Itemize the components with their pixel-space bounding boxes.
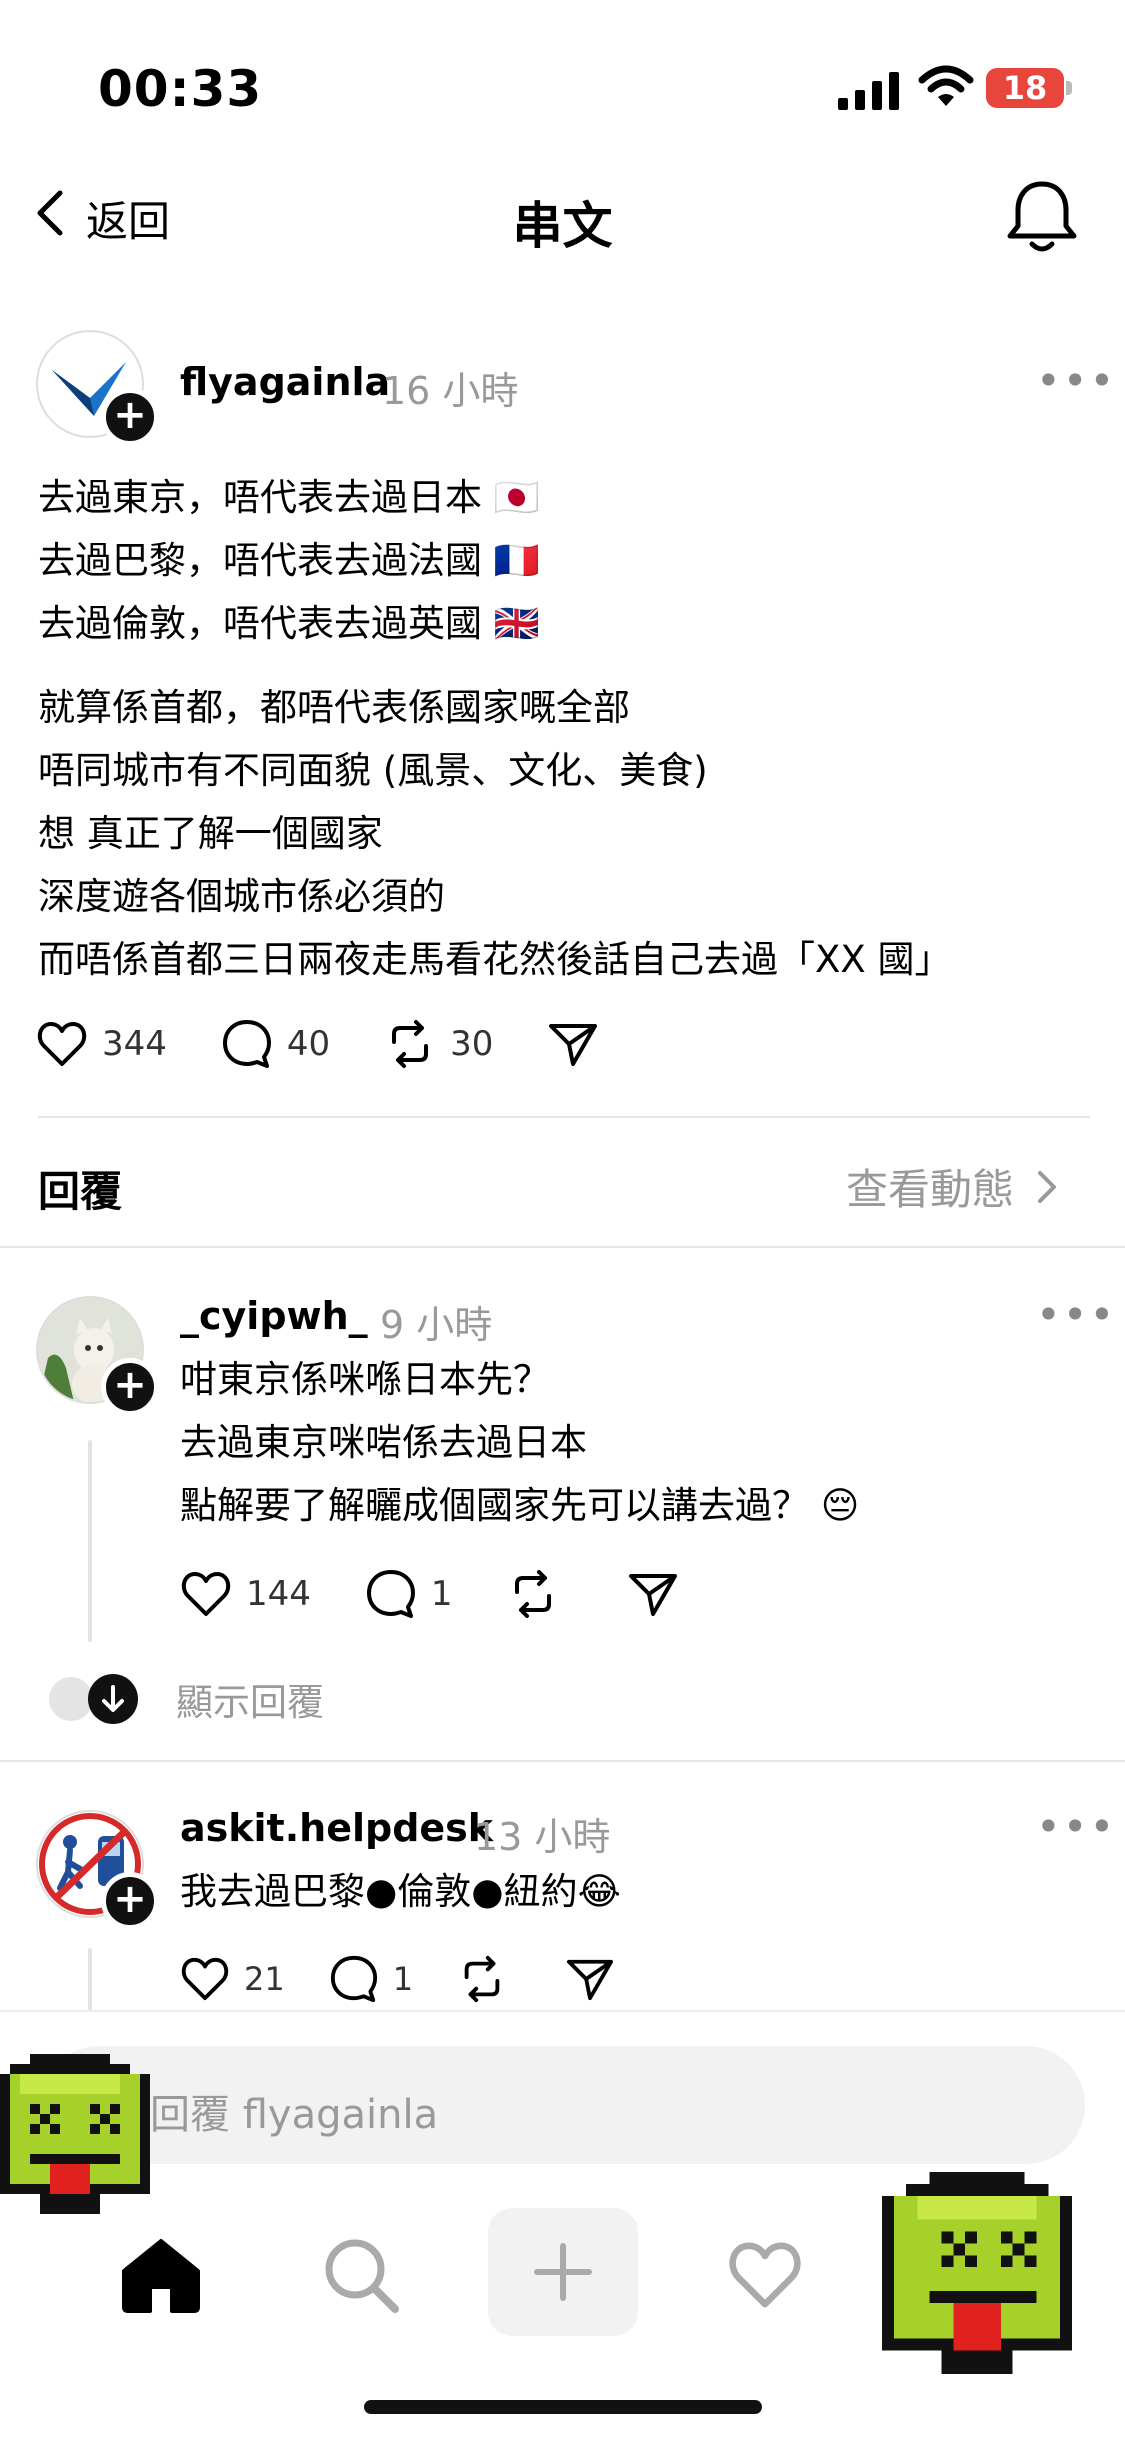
comment-icon	[330, 1955, 377, 2003]
reply-actions: 21 1	[180, 1954, 683, 2004]
section-divider	[0, 1246, 1125, 1248]
reply-username[interactable]: askit.helpdesk	[180, 1806, 493, 1850]
tab-search[interactable]	[306, 2220, 416, 2330]
more-options-icon[interactable]: •••	[1036, 1290, 1116, 1339]
reply-text: 我去過巴黎●倫敦●紐約😂	[180, 1870, 621, 1913]
comment-icon	[366, 1570, 415, 1618]
pixel-emoji-sticker	[0, 2054, 150, 2248]
repost-button[interactable]	[457, 1954, 521, 2004]
heart-icon	[181, 1957, 229, 2001]
share-button[interactable]	[547, 1020, 613, 1068]
heart-icon	[729, 2242, 801, 2308]
send-icon	[567, 1959, 614, 2001]
repost-icon	[514, 1570, 551, 1618]
post-time: 16 小時	[382, 369, 519, 413]
reply-actions: 144 1	[180, 1568, 747, 1620]
comment-button[interactable]: 1	[329, 1954, 413, 2004]
search-icon	[325, 2239, 399, 2313]
reply-time: 13 小時	[474, 1815, 611, 1859]
reply-placeholder: 回覆 flyagainla	[150, 2092, 439, 2138]
comment-count: 1	[392, 1960, 414, 1998]
back-label: 返回	[86, 196, 171, 246]
arrow-down-icon	[88, 1674, 138, 1724]
comment-button[interactable]: 40	[221, 1018, 330, 1070]
post-text: 去過東京，唔代表去過日本 🇯🇵 去過巴黎，唔代表去過法國 🇫🇷 去過倫敦，唔代表…	[38, 476, 540, 645]
reply-time: 9 小時	[380, 1303, 493, 1347]
plus-icon	[534, 2243, 592, 2301]
battery-indicator: 18	[986, 68, 1064, 108]
follow-plus-icon[interactable]: +	[101, 1872, 159, 1930]
reply-divider	[0, 1760, 1125, 1762]
follow-plus-icon[interactable]: +	[101, 1358, 159, 1416]
home-icon	[122, 2239, 200, 2313]
heart-icon	[37, 1022, 87, 1066]
comment-count: 1	[430, 1574, 453, 1614]
share-button[interactable]	[565, 1956, 629, 2002]
view-activity-link[interactable]: 查看動態	[846, 1156, 1060, 1217]
tab-home[interactable]	[106, 2220, 216, 2330]
thread-line	[88, 1440, 92, 1642]
chevron-left-icon	[36, 189, 64, 247]
tab-activity[interactable]	[710, 2220, 820, 2330]
show-replies-button[interactable]: 顯示回覆	[46, 1672, 324, 1726]
view-activity-label: 查看動態	[846, 1165, 1015, 1214]
repost-button[interactable]: 30	[384, 1018, 493, 1070]
like-count: 344	[102, 1024, 167, 1064]
post-text-2: 就算係首都，都唔代表係國家嘅全部 唔同城市有不同面貌 (風景、文化、美食) 想 …	[38, 686, 952, 981]
thread-line	[88, 1948, 92, 2010]
signal-icon	[838, 70, 902, 114]
pixel-emoji-sticker	[882, 2172, 1072, 2390]
like-count: 144	[246, 1574, 311, 1614]
follow-plus-icon[interactable]: +	[101, 388, 159, 446]
repost-icon	[464, 1955, 500, 2003]
show-replies-label: 顯示回覆	[176, 1681, 324, 1724]
post-actions: 344 40 30	[36, 1018, 667, 1070]
reply-username[interactable]: _cyipwh_	[180, 1294, 368, 1338]
post-username[interactable]: flyagainla	[180, 360, 390, 404]
like-count: 21	[244, 1960, 285, 1998]
chevron-right-icon	[1038, 1170, 1057, 1203]
repost-count: 30	[450, 1024, 494, 1064]
more-options-icon[interactable]: •••	[1036, 356, 1116, 405]
like-button[interactable]: 144	[180, 1570, 311, 1618]
heart-icon	[181, 1572, 231, 1616]
wifi-icon	[918, 64, 974, 112]
post-divider	[38, 1116, 1090, 1118]
comment-icon	[222, 1020, 271, 1068]
back-button[interactable]: 返回	[36, 188, 170, 248]
bell-icon[interactable]	[1004, 176, 1080, 256]
comment-button[interactable]: 1	[365, 1568, 453, 1620]
tab-create[interactable]	[488, 2208, 638, 2336]
status-time: 00:33	[98, 60, 263, 118]
like-button[interactable]: 21	[180, 1956, 285, 2002]
like-button[interactable]: 344	[36, 1020, 167, 1068]
share-button[interactable]	[627, 1570, 693, 1618]
more-options-icon[interactable]: •••	[1036, 1802, 1116, 1851]
replies-heading: 回覆	[38, 1167, 123, 1216]
repost-icon	[392, 1020, 429, 1068]
reply-text: 咁東京係咪喺日本先？ 去過東京咪啱係去過日本 點解要了解曬成個國家先可以講去過？…	[180, 1358, 860, 1527]
send-icon	[549, 1024, 598, 1066]
comment-count: 40	[286, 1024, 331, 1064]
send-icon	[628, 1574, 677, 1616]
battery-tip	[1066, 81, 1072, 95]
home-indicator	[364, 2400, 762, 2414]
repost-button[interactable]	[507, 1568, 573, 1620]
